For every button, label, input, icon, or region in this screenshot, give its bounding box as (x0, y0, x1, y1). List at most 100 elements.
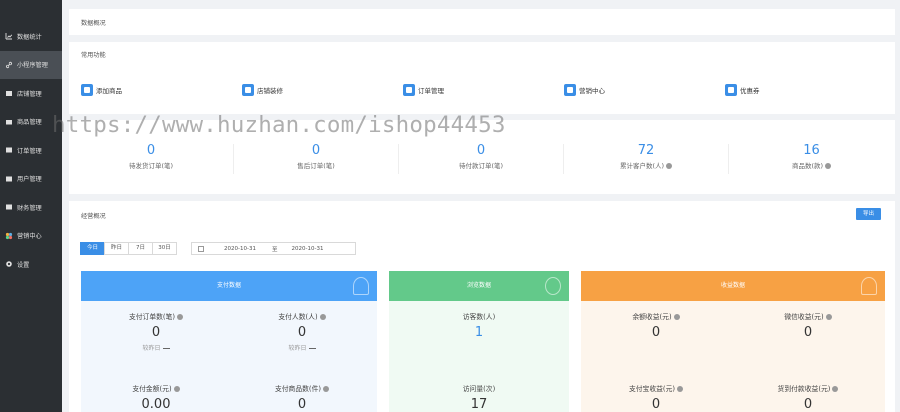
calendar-icon (198, 245, 204, 252)
sidebar-item-marketing[interactable]: 营销中心 (0, 222, 62, 251)
metric-label: 微信收益(元) (784, 313, 824, 321)
tab-30days[interactable]: 30日 (152, 242, 177, 255)
flat-trend-icon (308, 347, 316, 350)
metric-compare: 较昨日 (142, 345, 161, 352)
help-icon[interactable] (173, 386, 180, 392)
sidebar-item-label: 用户管理 (17, 176, 42, 184)
metric-pay-goods: 支付商品数(件) 0 (227, 383, 377, 412)
sidebar-item-shop[interactable]: 店铺管理 (0, 79, 62, 108)
metric-label: 支付宝收益(元) (628, 385, 676, 393)
metric-pay-amount: 支付金额(元) 0.00 (81, 383, 231, 412)
stat-goods-count: 16 商品数(款) (729, 144, 894, 174)
sidebar-item-label: 商品管理 (17, 119, 42, 127)
stat-value: 72 (637, 143, 655, 158)
help-icon[interactable] (323, 386, 330, 392)
help-icon[interactable] (666, 163, 673, 169)
metric-label: 支付金额(元) (132, 385, 172, 393)
metric-pay-users: 支付人数(人) 0 较昨日 (227, 311, 377, 352)
sidebar-item-label: 营销中心 (17, 233, 42, 241)
func-order-manage[interactable]: 订单管理 (403, 84, 564, 96)
func-shop-decorate[interactable]: 店铺装修 (242, 84, 403, 96)
visit-panel-title: 浏览数据 (466, 282, 491, 289)
stat-value: 0 (476, 143, 486, 158)
sidebar-item-label: 数据统计 (17, 33, 42, 41)
sidebar: 数据统计 小程序管理 店铺管理 商品管理 订单管理 用户管理 财务管理 营销中心… (0, 0, 62, 412)
sidebar-item-label: 设置 (17, 261, 30, 269)
income-panel-head: 收益数据 (581, 271, 885, 301)
tab-yesterday[interactable]: 昨日 (104, 242, 129, 255)
func-coupon[interactable]: 优惠券 (725, 84, 886, 96)
metric-value: 0.00 (141, 397, 171, 412)
help-icon[interactable] (825, 163, 832, 169)
pay-panel-head: 支付数据 (81, 271, 377, 301)
help-icon[interactable] (677, 386, 684, 392)
stat-value: 0 (146, 143, 156, 158)
tab-today[interactable]: 今日 (80, 242, 105, 255)
shop-icon (6, 91, 12, 97)
common-functions-title: 常用功能 (81, 52, 106, 59)
sidebar-item-order[interactable]: 订单管理 (0, 136, 62, 165)
sidebar-item-finance[interactable]: 财务管理 (0, 193, 62, 222)
metric-pageviews: 访问量(次) 17 (404, 383, 554, 412)
metric-value: 17 (470, 397, 488, 412)
metric-cod-income: 货到付款收益(元) 0 (733, 383, 883, 412)
stat-pending-pay: 0 待付款订单(笔) (399, 144, 564, 174)
business-title: 经营概况 (81, 213, 106, 220)
func-label: 营销中心 (579, 87, 605, 95)
metric-label: 支付商品数(件) (274, 385, 322, 393)
overview-card: 数据概况 (69, 9, 895, 35)
stat-label: 待付款订单(笔) (458, 162, 504, 170)
metric-alipay-income: 支付宝收益(元) 0 (581, 383, 731, 412)
metric-label: 支付订单数(笔) (128, 313, 176, 321)
help-icon[interactable] (832, 386, 839, 392)
metric-value: 0 (297, 397, 307, 412)
income-data-panel: 收益数据 余额收益(元) 0 微信收益(元) 0 支付宝收益(元) 0 货到付款… (581, 271, 885, 412)
stat-value: 0 (311, 143, 321, 158)
func-label: 添加商品 (96, 87, 122, 95)
metric-value: 0 (297, 325, 307, 340)
stat-total-customers: 72 累计客户数(人) (564, 144, 729, 174)
metric-value: 0 (151, 325, 161, 340)
help-icon[interactable] (673, 314, 680, 320)
func-label: 店铺装修 (257, 87, 283, 95)
help-icon[interactable] (177, 314, 184, 320)
metric-label: 余额收益(元) (632, 313, 672, 321)
metric-value: 1 (474, 325, 484, 340)
flat-trend-icon (162, 347, 170, 350)
metric-wechat-income: 微信收益(元) 0 (733, 311, 883, 340)
metric-label: 访客数(人) (462, 313, 496, 321)
sidebar-item-label: 店铺管理 (17, 90, 42, 98)
func-label: 优惠券 (740, 87, 760, 95)
business-card: 经营概况 导出 今日 昨日 7日 30日 2020-10-31 至 2020-1… (69, 201, 895, 412)
metric-label: 货到付款收益(元) (777, 385, 831, 393)
metric-pay-orders: 支付订单数(笔) 0 较昨日 (81, 311, 231, 352)
sidebar-item-miniprogram[interactable]: 小程序管理 (0, 50, 62, 79)
order-manage-icon (403, 84, 415, 96)
stat-after-sale: 0 售后订单(笔) (234, 144, 399, 174)
money-bag-icon (861, 277, 877, 295)
tab-7days[interactable]: 7日 (128, 242, 153, 255)
func-add-goods[interactable]: 添加商品 (81, 84, 242, 96)
marketing-icon (5, 232, 13, 239)
main-content: 数据概况 常用功能 添加商品 店铺装修 订单管理 营销中心 优惠券 0 待发货订… (62, 0, 900, 412)
stat-label: 累计客户数(人) (619, 162, 665, 170)
metric-visitors: 访客数(人) 1 (404, 311, 554, 340)
help-icon[interactable] (825, 314, 832, 320)
visit-data-panel: 浏览数据 访客数(人) 1 访问量(次) 17 (389, 271, 569, 412)
visit-panel-head: 浏览数据 (389, 271, 569, 301)
date-range-picker[interactable]: 2020-10-31 至 2020-10-31 (191, 242, 356, 255)
func-marketing[interactable]: 营销中心 (564, 84, 725, 96)
metric-value: 0 (803, 325, 813, 340)
period-tabs: 今日 昨日 7日 30日 (80, 242, 177, 255)
chart-icon (5, 33, 13, 40)
func-label: 订单管理 (418, 87, 444, 95)
common-functions-card: 常用功能 添加商品 店铺装修 订单管理 营销中心 优惠券 (69, 42, 895, 114)
sidebar-item-label: 小程序管理 (17, 62, 48, 70)
sidebar-item-statistics[interactable]: 数据统计 (0, 22, 62, 51)
export-button[interactable]: 导出 (856, 208, 881, 220)
sidebar-item-settings[interactable]: 设置 (0, 250, 62, 279)
link-icon (5, 61, 13, 68)
sidebar-item-user[interactable]: 用户管理 (0, 165, 62, 194)
stat-value: 16 (803, 143, 820, 158)
help-icon[interactable] (319, 314, 326, 320)
